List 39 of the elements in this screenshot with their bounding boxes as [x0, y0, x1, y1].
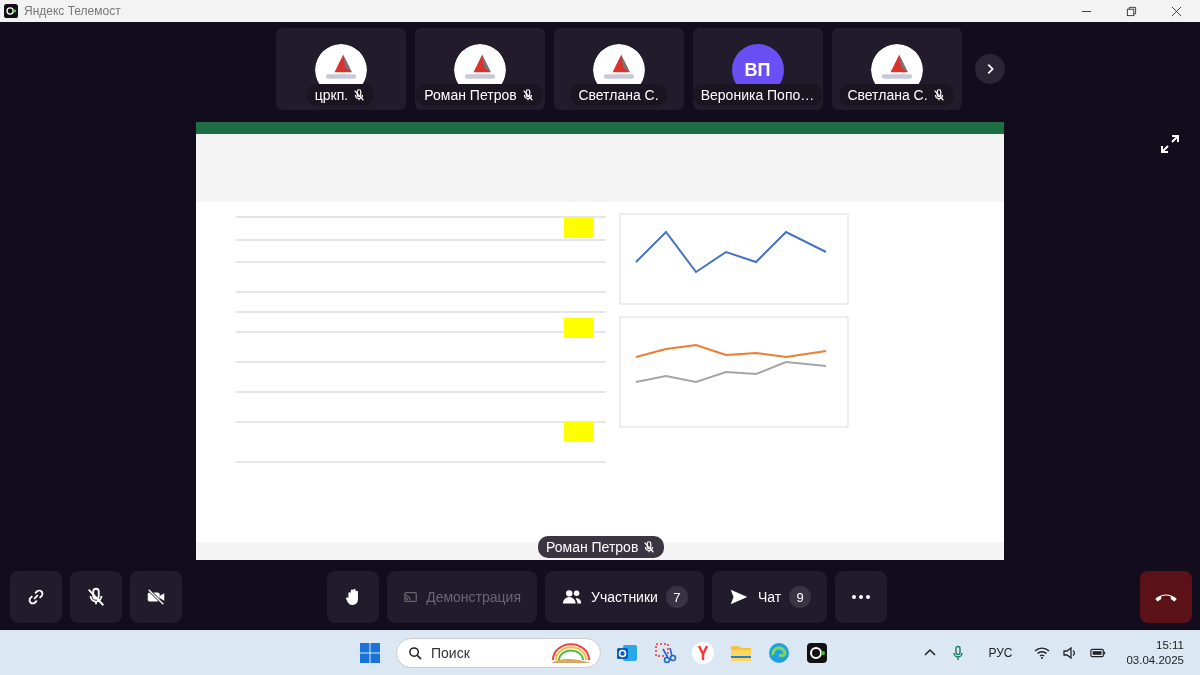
language-indicator[interactable]: РУС [988, 645, 1013, 660]
desert-icon [549, 641, 593, 664]
fullscreen-icon[interactable] [1160, 134, 1180, 154]
browser-icon[interactable] [691, 640, 715, 665]
mic-off-icon [85, 586, 107, 608]
chat-button[interactable]: Чат 9 [711, 571, 828, 623]
participant-tile[interactable]: Роман Петров [414, 28, 545, 110]
participant-name: цркп. [314, 87, 349, 103]
count-badge: 7 [665, 586, 688, 608]
app-logo-icon [4, 4, 18, 18]
more-icon [852, 595, 871, 599]
search-field[interactable]: Поиск [396, 637, 601, 668]
scissors-icon[interactable] [653, 640, 677, 665]
clock-time[interactable]: 15:11 [1156, 637, 1184, 653]
start-icon[interactable] [358, 640, 382, 665]
search-icon [408, 645, 423, 661]
participant-tile[interactable]: цркп. [275, 28, 406, 110]
window-title: Яндекс Телемост [24, 4, 121, 18]
participant-name: Светлана С. [578, 87, 659, 103]
restore-icon[interactable] [1126, 5, 1137, 17]
presenter-name: Роман Петров [546, 539, 639, 555]
participant-name: Светлана С. [847, 87, 928, 103]
microphone-off-button[interactable] [70, 571, 122, 623]
camera-off-icon [145, 586, 167, 608]
link-button[interactable] [10, 571, 62, 623]
clock-date[interactable]: 03.04.2025 [1126, 652, 1184, 668]
raise-hand-button[interactable] [327, 571, 379, 623]
participants-button[interactable]: Участники 7 [545, 571, 704, 623]
participant-name: Роман Петров [424, 87, 517, 103]
camera-off-button[interactable] [130, 571, 182, 623]
close-icon[interactable] [1171, 5, 1182, 17]
hang-up-icon [1155, 592, 1177, 602]
telemost-app-icon[interactable] [805, 640, 829, 665]
participant-tile[interactable]: Светлана С. [831, 28, 962, 110]
next-button[interactable] [974, 54, 1005, 84]
participant-tile[interactable]: Светлана С. [553, 28, 684, 110]
count-badge: 9 [789, 586, 812, 608]
participant-tile[interactable]: ВП Вероника Попо… [692, 28, 823, 110]
end-call-button[interactable] [1140, 571, 1192, 623]
